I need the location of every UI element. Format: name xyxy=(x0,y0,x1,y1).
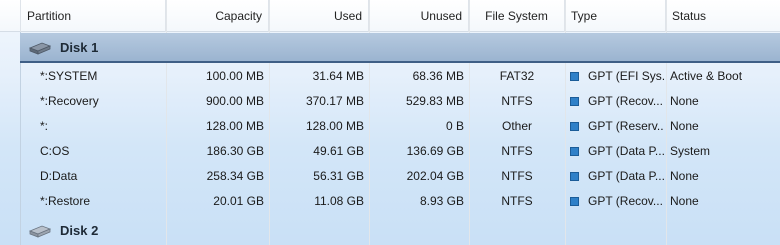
partition-status: None xyxy=(670,194,699,208)
partition-type: GPT (EFI Sys... xyxy=(570,64,664,89)
column-header: Partition Capacity Used Unused File Syst… xyxy=(0,0,780,32)
partition-type-square-icon xyxy=(570,197,579,206)
partition-capacity: 900.00 MB xyxy=(205,94,264,108)
column-header-status[interactable]: Status xyxy=(666,0,780,32)
partition-filesystem: NTFS xyxy=(501,194,533,208)
partition-filesystem: NTFS xyxy=(501,94,533,108)
partition-unused: 0 B xyxy=(445,119,464,133)
partition-capacity: 186.30 GB xyxy=(206,144,264,158)
hard-disk-icon xyxy=(28,225,52,238)
partition-row[interactable]: *:Restore 20.01 GB 11.08 GB 8.93 GB NTFS… xyxy=(0,189,780,214)
partition-used: 11.08 GB xyxy=(314,194,364,208)
disk-row-disk-1[interactable]: Disk 1 xyxy=(20,33,780,63)
partition-row[interactable]: *:SYSTEM 100.00 MB 31.64 MB 68.36 MB FAT… xyxy=(0,64,780,89)
partition-type: GPT (Data P... xyxy=(570,164,664,189)
disk-label: Disk 1 xyxy=(60,40,99,55)
partition-type-square-icon xyxy=(570,122,579,131)
partition-filesystem: NTFS xyxy=(501,169,533,183)
partition-type-square-icon xyxy=(570,172,579,181)
partition-type-square-icon xyxy=(570,147,579,156)
partition-name: C:OS xyxy=(40,144,70,158)
partition-unused: 68.36 MB xyxy=(412,69,464,83)
partition-type-label: GPT (EFI Sys... xyxy=(588,69,664,83)
partition-filesystem: Other xyxy=(501,119,532,133)
partition-type-square-icon xyxy=(570,72,579,81)
column-header-filesystem[interactable]: File System xyxy=(469,0,565,32)
partition-status: None xyxy=(670,94,699,108)
disk-row-disk-2[interactable]: Disk 2 xyxy=(20,216,780,245)
partition-name: *:Recovery xyxy=(40,94,99,108)
partition-capacity: 128.00 MB xyxy=(205,119,264,133)
partition-status: None xyxy=(670,119,699,133)
partition-used: 49.61 GB xyxy=(313,144,364,158)
partition-capacity: 258.34 GB xyxy=(206,169,264,183)
column-header-type[interactable]: Type xyxy=(565,0,666,32)
partition-type: GPT (Data P... xyxy=(570,139,664,164)
partition-type-label: GPT (Data P... xyxy=(588,169,664,183)
partition-used: 370.17 MB xyxy=(305,94,364,108)
hard-disk-icon xyxy=(28,42,52,55)
partition-row[interactable]: *:Recovery 900.00 MB 370.17 MB 529.83 MB… xyxy=(0,89,780,114)
partition-capacity: 100.00 MB xyxy=(205,69,264,83)
partition-type-label: GPT (Recov... xyxy=(588,194,663,208)
partition-type: GPT (Recov... xyxy=(570,89,664,114)
partition-name: *: xyxy=(40,119,49,133)
partition-type: GPT (Reserv... xyxy=(570,114,664,139)
partition-row[interactable]: *: 128.00 MB 128.00 MB 0 B Other GPT (Re… xyxy=(0,114,780,139)
partition-name: *:SYSTEM xyxy=(40,69,98,83)
partition-unused: 202.04 GB xyxy=(406,169,464,183)
partition-type-square-icon xyxy=(570,97,579,106)
partition-capacity: 20.01 GB xyxy=(213,194,264,208)
partition-unused: 8.93 GB xyxy=(419,194,464,208)
partition-status: Active & Boot xyxy=(670,69,743,83)
partition-status: None xyxy=(670,169,699,183)
partition-type-label: GPT (Reserv... xyxy=(588,119,664,133)
disk-label: Disk 2 xyxy=(60,223,99,238)
partition-unused: 529.83 MB xyxy=(405,94,464,108)
partition-type-label: GPT (Data P... xyxy=(588,144,664,158)
partition-used: 56.31 GB xyxy=(313,169,364,183)
column-header-used[interactable]: Used xyxy=(269,0,369,32)
partition-row[interactable]: D:Data 258.34 GB 56.31 GB 202.04 GB NTFS… xyxy=(0,164,780,189)
partition-row[interactable]: C:OS 186.30 GB 49.61 GB 136.69 GB NTFS G… xyxy=(0,139,780,164)
partition-status: System xyxy=(670,144,711,158)
partition-name: *:Restore xyxy=(40,194,91,208)
partition-used: 128.00 MB xyxy=(305,119,364,133)
partition-type-label: GPT (Recov... xyxy=(588,94,663,108)
partition-used: 31.64 MB xyxy=(312,69,364,83)
column-header-unused[interactable]: Unused xyxy=(369,0,469,32)
partition-filesystem: NTFS xyxy=(501,144,533,158)
partition-filesystem: FAT32 xyxy=(499,69,535,83)
column-header-partition[interactable]: Partition xyxy=(20,0,166,32)
column-header-capacity[interactable]: Capacity xyxy=(166,0,269,32)
partition-name: D:Data xyxy=(40,169,78,183)
partition-type: GPT (Recov... xyxy=(570,189,664,214)
partition-unused: 136.69 GB xyxy=(406,144,464,158)
